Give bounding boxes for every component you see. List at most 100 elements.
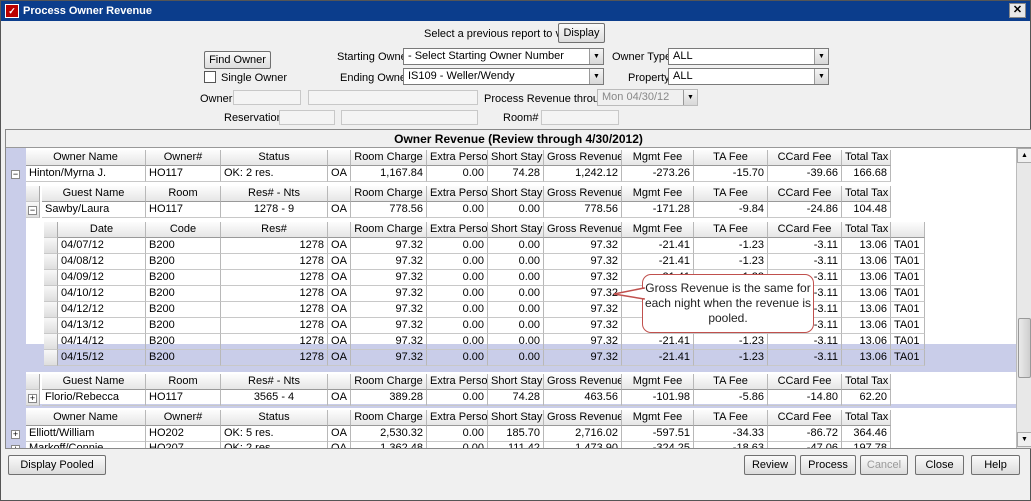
- column-header[interactable]: Room Charge: [351, 374, 427, 390]
- column-header[interactable]: CCard Fee: [768, 186, 842, 202]
- column-header[interactable]: CCard Fee: [768, 222, 842, 238]
- single-owner-checkbox[interactable]: [204, 71, 216, 83]
- column-header[interactable]: Short Stay: [488, 410, 544, 426]
- column-header[interactable]: CCard Fee: [768, 374, 842, 390]
- column-header[interactable]: Total Tax: [842, 150, 891, 166]
- property-select[interactable]: ALL ▼: [668, 68, 829, 85]
- column-header[interactable]: TA Fee: [694, 186, 768, 202]
- scroll-up-arrow-icon[interactable]: ▲: [1017, 148, 1031, 163]
- column-header[interactable]: Short Stay: [488, 222, 544, 238]
- column-header[interactable]: CCard Fee: [768, 410, 842, 426]
- process-through-date[interactable]: Mon 04/30/12 ▼: [597, 89, 698, 106]
- column-header[interactable]: Mgmt Fee: [622, 410, 694, 426]
- column-header[interactable]: Extra Person: [427, 374, 488, 390]
- column-header[interactable]: Room: [146, 374, 221, 390]
- column-header[interactable]: Mgmt Fee: [622, 150, 694, 166]
- column-header[interactable]: Status: [221, 410, 328, 426]
- column-header[interactable]: [328, 374, 351, 390]
- column-header[interactable]: Mgmt Fee: [622, 374, 694, 390]
- expand-icon[interactable]: +: [11, 430, 20, 439]
- scroll-thumb[interactable]: [1018, 318, 1031, 378]
- display-button[interactable]: Display: [558, 23, 605, 43]
- column-header[interactable]: Owner Name: [26, 150, 146, 166]
- column-header[interactable]: Short Stay: [488, 150, 544, 166]
- column-header[interactable]: Extra Person: [427, 222, 488, 238]
- title-bar: ✓ Process Owner Revenue ✕: [1, 1, 1030, 21]
- scroll-down-arrow-icon[interactable]: ▼: [1017, 432, 1031, 447]
- column-header[interactable]: Extra Person: [427, 410, 488, 426]
- cancel-button[interactable]: Cancel: [860, 455, 908, 475]
- column-header[interactable]: Gross Revenue: [544, 222, 622, 238]
- column-header[interactable]: [328, 222, 351, 238]
- row-selector[interactable]: [44, 318, 58, 334]
- column-header[interactable]: CCard Fee: [768, 150, 842, 166]
- column-header[interactable]: Room Charge: [351, 186, 427, 202]
- column-header[interactable]: TA Fee: [694, 374, 768, 390]
- column-header[interactable]: Gross Revenue: [544, 186, 622, 202]
- column-header[interactable]: Total Tax: [842, 374, 891, 390]
- column-header[interactable]: Status: [221, 150, 328, 166]
- column-header[interactable]: Extra Person: [427, 186, 488, 202]
- column-header[interactable]: [328, 410, 351, 426]
- owner-row-cell: 0.00: [427, 166, 488, 182]
- find-owner-button[interactable]: Find Owner: [204, 51, 271, 69]
- column-header[interactable]: Extra Person: [427, 150, 488, 166]
- column-header[interactable]: Total Tax: [842, 410, 891, 426]
- column-header[interactable]: Res#: [221, 222, 328, 238]
- column-header[interactable]: TA Fee: [694, 222, 768, 238]
- column-header[interactable]: Mgmt Fee: [622, 222, 694, 238]
- starting-owner-select[interactable]: - Select Starting Owner Number ▼: [403, 48, 604, 65]
- row-selector[interactable]: [44, 334, 58, 350]
- column-header[interactable]: Guest Name: [42, 186, 146, 202]
- row-selector[interactable]: [44, 302, 58, 318]
- column-header[interactable]: [891, 222, 925, 238]
- owner-revenue-grid[interactable]: Owner Revenue (Review through 4/30/2012)…: [5, 129, 1031, 449]
- column-header[interactable]: Res# - Nts: [221, 374, 328, 390]
- column-header[interactable]: Code: [146, 222, 221, 238]
- window-close-button[interactable]: ✕: [1009, 3, 1026, 18]
- column-header[interactable]: [328, 150, 351, 166]
- column-header[interactable]: [328, 186, 351, 202]
- column-header[interactable]: Room Charge: [351, 222, 427, 238]
- expand-icon[interactable]: +: [11, 445, 20, 448]
- column-header[interactable]: Short Stay: [488, 186, 544, 202]
- close-button[interactable]: Close: [915, 455, 964, 475]
- expand-icon[interactable]: +: [28, 394, 37, 403]
- column-header[interactable]: Gross Revenue: [544, 150, 622, 166]
- row-selector[interactable]: [44, 238, 58, 254]
- ending-owner-select[interactable]: IS109 - Weller/Wendy ▼: [403, 68, 604, 85]
- column-header[interactable]: Owner Name: [26, 410, 146, 426]
- review-button[interactable]: Review: [744, 455, 796, 475]
- column-header[interactable]: Owner#: [146, 410, 221, 426]
- collapse-icon[interactable]: −: [11, 170, 20, 179]
- column-header[interactable]: Owner#: [146, 150, 221, 166]
- row-selector[interactable]: [44, 222, 58, 238]
- row-selector[interactable]: [26, 374, 40, 390]
- column-header[interactable]: Gross Revenue: [544, 410, 622, 426]
- column-header[interactable]: Short Stay: [488, 374, 544, 390]
- column-header[interactable]: Total Tax: [842, 186, 891, 202]
- column-header[interactable]: TA Fee: [694, 150, 768, 166]
- column-header[interactable]: Room: [146, 186, 221, 202]
- collapse-icon[interactable]: −: [28, 206, 37, 215]
- column-header[interactable]: Total Tax: [842, 222, 891, 238]
- column-header[interactable]: Date: [58, 222, 146, 238]
- column-header[interactable]: TA Fee: [694, 410, 768, 426]
- column-header[interactable]: Res# - Nts: [221, 186, 328, 202]
- column-header[interactable]: Gross Revenue: [544, 374, 622, 390]
- display-pooled-button[interactable]: Display Pooled: [8, 455, 106, 475]
- row-selector[interactable]: [44, 350, 58, 366]
- column-header[interactable]: Room Charge: [351, 410, 427, 426]
- help-button[interactable]: Help: [971, 455, 1020, 475]
- row-selector[interactable]: [26, 186, 40, 202]
- owner-row-cell: 0.00: [427, 426, 488, 442]
- column-header[interactable]: Room Charge: [351, 150, 427, 166]
- process-button[interactable]: Process: [800, 455, 856, 475]
- vertical-scrollbar[interactable]: ▲ ▼: [1016, 148, 1031, 448]
- column-header[interactable]: Mgmt Fee: [622, 186, 694, 202]
- owner-type-select[interactable]: ALL ▼: [668, 48, 829, 65]
- row-selector[interactable]: [44, 270, 58, 286]
- column-header[interactable]: Guest Name: [42, 374, 146, 390]
- row-selector[interactable]: [44, 254, 58, 270]
- row-selector[interactable]: [44, 286, 58, 302]
